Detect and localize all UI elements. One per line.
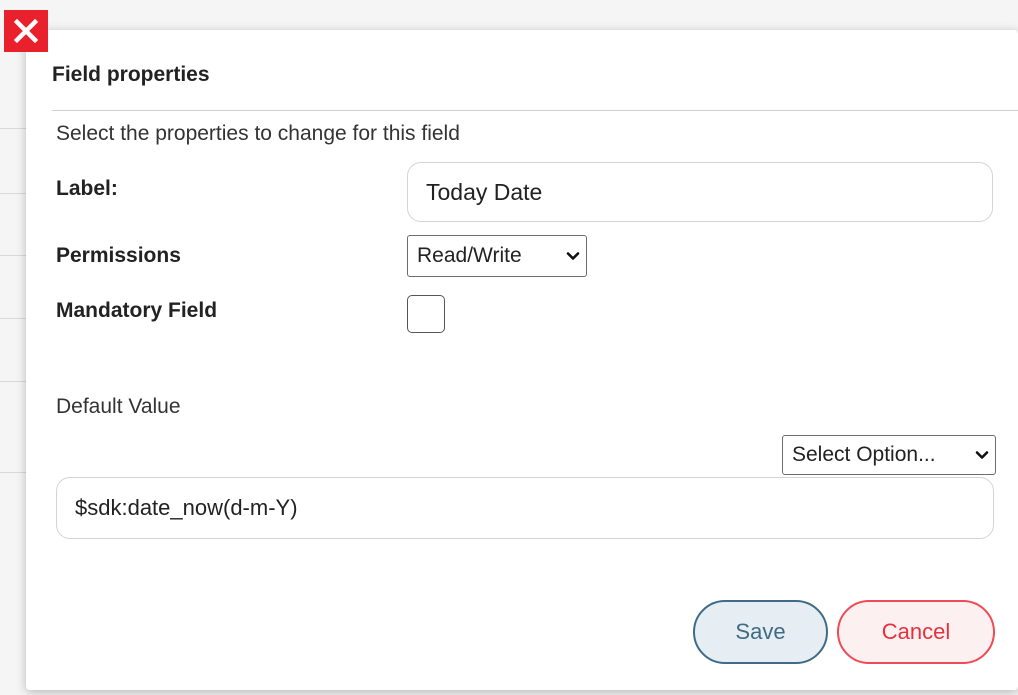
- default-value-caption: Default Value: [56, 395, 181, 418]
- label-input[interactable]: [407, 162, 993, 222]
- default-value-option-select[interactable]: Select Option...: [782, 435, 996, 475]
- background-row-divider: [0, 255, 28, 256]
- background-row-divider: [0, 472, 28, 473]
- background-row-divider: [0, 318, 28, 319]
- cancel-button[interactable]: Cancel: [837, 600, 995, 664]
- default-value-input[interactable]: [56, 477, 994, 539]
- permissions-select-value: Read/Write: [417, 244, 522, 267]
- title-divider: [52, 110, 1018, 111]
- chevron-down-icon: [975, 451, 989, 459]
- option-select-value: Select Option...: [792, 443, 936, 466]
- background-row-divider: [0, 193, 28, 194]
- permissions-select[interactable]: Read/Write: [407, 235, 587, 277]
- dialog-title: Field properties: [52, 63, 210, 86]
- save-button[interactable]: Save: [693, 600, 828, 664]
- permissions-caption: Permissions: [56, 244, 181, 267]
- background-row-divider: [0, 128, 28, 129]
- label-caption: Label:: [56, 177, 118, 200]
- mandatory-field-caption: Mandatory Field: [56, 299, 218, 322]
- background-page-strip: [0, 0, 28, 695]
- chevron-down-icon: [566, 252, 580, 260]
- background-page-top: [0, 0, 1018, 30]
- close-icon: [13, 18, 39, 44]
- background-row-divider: [0, 381, 28, 382]
- close-button[interactable]: [4, 10, 48, 52]
- mandatory-field-checkbox[interactable]: [407, 295, 445, 333]
- dialog-subtitle: Select the properties to change for this…: [56, 122, 460, 145]
- field-properties-dialog: Field properties Select the properties t…: [26, 30, 1018, 690]
